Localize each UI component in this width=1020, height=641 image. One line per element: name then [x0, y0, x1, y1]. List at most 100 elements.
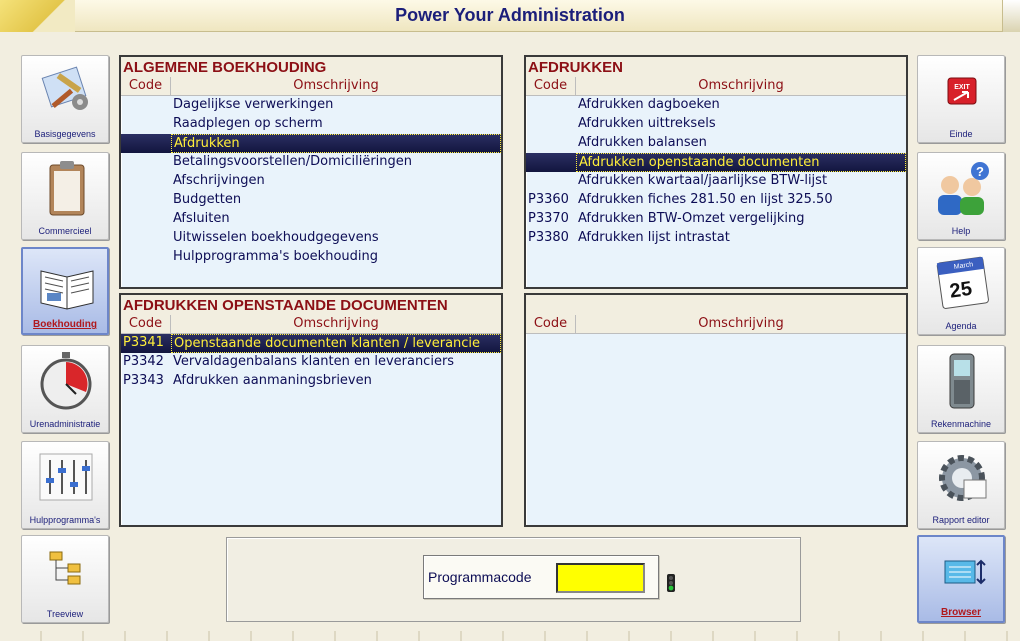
list-item-code	[121, 153, 171, 172]
program-code-box: Programmacode	[423, 555, 659, 599]
list-item-code	[121, 229, 171, 248]
list-item-code	[121, 210, 171, 229]
list-item[interactable]: Uitwisselen boekhoudgegevens	[121, 229, 501, 248]
list-item-label: Afdrukken aanmaningsbrieven	[173, 373, 372, 388]
program-code-input[interactable]	[556, 563, 645, 593]
list-item[interactable]: Afdrukken balansen	[526, 134, 906, 153]
nav-button-einde[interactable]: EXIT Einde	[917, 55, 1005, 143]
list-item[interactable]: Afdrukken uittreksels	[526, 115, 906, 134]
nav-label: Help	[951, 226, 971, 236]
list-item[interactable]: P3370 Afdrukken BTW-Omzet vergelijking	[526, 210, 906, 229]
list-item-label: Dagelijkse verwerkingen	[173, 97, 334, 112]
nav-label: Browser	[940, 607, 981, 618]
nav-button-agenda[interactable]: March 25 Agenda	[917, 247, 1005, 335]
panel-algemene-boekhouding: ALGEMENE BOEKHOUDING Code Omschrijving D…	[119, 55, 503, 289]
list-item[interactable]: P3342 Vervaldagenbalans klanten en levera…	[121, 353, 501, 372]
list-item-label: Afdrukken openstaande documenten	[576, 153, 906, 172]
list-item[interactable]: Raadplegen op scherm	[121, 115, 501, 134]
list-item-selected[interactable]: Afdrukken	[121, 134, 501, 153]
nav-label: Urenadministratie	[29, 419, 101, 429]
title-bar: Power Your Administration	[0, 0, 1020, 32]
panel-title	[526, 295, 906, 315]
list-item[interactable]: P3343 Afdrukken aanmaningsbrieven	[121, 372, 501, 391]
list-item[interactable]: Afsluiten	[121, 210, 501, 229]
list-item[interactable]: Hulpprogramma's boekhouding	[121, 248, 501, 267]
column-description-header[interactable]: Omschrijving	[171, 77, 501, 95]
column-description-header[interactable]: Omschrijving	[576, 77, 906, 95]
list-item-label: Afsluiten	[173, 211, 230, 226]
list-item-code	[526, 115, 576, 134]
list-item-label: Hulpprogramma's boekhouding	[173, 249, 378, 264]
nav-button-rapport-editor[interactable]: Rapport editor	[917, 441, 1005, 529]
svg-text:EXIT: EXIT	[954, 84, 970, 91]
svg-text:?: ?	[976, 164, 984, 179]
list-item-code	[121, 134, 171, 153]
window-corner-button[interactable]	[1002, 0, 1020, 32]
list-item[interactable]: P3380 Afdrukken lijst intrastat	[526, 229, 906, 248]
nav-button-commercieel[interactable]: Commercieel	[21, 152, 109, 240]
list-item-label: Afdrukken kwartaal/jaarlijkse BTW-lijst	[578, 173, 828, 188]
column-code-header[interactable]: Code	[526, 315, 576, 333]
panel-empty: Code Omschrijving	[524, 293, 908, 527]
list-item-label: Uitwisselen boekhoudgegevens	[173, 230, 379, 245]
window-title: Power Your Administration	[395, 5, 625, 25]
list-item-code	[526, 96, 576, 115]
list-item-label: Afdrukken	[171, 134, 501, 153]
panel-title: AFDRUKKEN OPENSTAANDE DOCUMENTEN	[121, 295, 501, 315]
nav-button-hulpprogrammas[interactable]: Hulpprogramma's	[21, 441, 109, 529]
list-item-code	[121, 96, 171, 115]
list-item[interactable]: P3360 Afdrukken fiches 281.50 en lijst 32…	[526, 191, 906, 210]
list-openstaande: P3341 Openstaande documenten klanten / le…	[121, 334, 501, 391]
list-item-label: Betalingsvoorstellen/Domiciliëringen	[173, 154, 413, 169]
nav-label: Commercieel	[38, 226, 92, 236]
status-strip	[0, 631, 1020, 641]
list-item-selected[interactable]: Afdrukken openstaande documenten	[526, 153, 906, 172]
list-item[interactable]: Afdrukken dagboeken	[526, 96, 906, 115]
nav-button-treeview[interactable]: Treeview	[21, 535, 109, 623]
column-code-header[interactable]: Code	[121, 77, 171, 95]
sliders-icon	[39, 453, 93, 501]
list-afdrukken: Afdrukken dagboeken Afdrukken uittreksels…	[526, 96, 906, 248]
list-item[interactable]: Budgetten	[121, 191, 501, 210]
book-icon	[40, 270, 94, 310]
list-item-label: Afdrukken balansen	[578, 135, 707, 150]
nav-label: Rapport editor	[932, 515, 990, 525]
browser-icon	[944, 559, 986, 585]
nav-label: Boekhouding	[33, 319, 97, 330]
nav-button-basisgegevens[interactable]: Basisgegevens	[21, 55, 109, 143]
help-people-icon: ?	[938, 162, 989, 215]
list-item-code	[526, 153, 576, 172]
nav-button-help[interactable]: ? Help	[917, 152, 1005, 240]
list-item-code: P3370	[528, 211, 569, 226]
list-item-code	[526, 172, 576, 191]
column-header: Code Omschrijving	[526, 77, 906, 96]
gear-icon	[939, 455, 987, 501]
column-description-header[interactable]: Omschrijving	[171, 315, 501, 333]
column-code-header[interactable]: Code	[121, 315, 171, 333]
list-item-label: Raadplegen op scherm	[173, 116, 323, 131]
list-item-code	[526, 134, 576, 153]
phone-icon	[949, 353, 975, 409]
traffic-light-icon[interactable]	[665, 574, 677, 592]
list-item[interactable]: Betalingsvoorstellen/Domiciliëringen	[121, 153, 501, 172]
column-description-header[interactable]: Omschrijving	[576, 315, 906, 333]
list-algemene: Dagelijkse verwerkingen Raadplegen op sch…	[121, 96, 501, 267]
nav-button-boekhouding[interactable]: Boekhouding	[21, 247, 109, 335]
list-item[interactable]: Dagelijkse verwerkingen	[121, 96, 501, 115]
list-item-code: P3341	[123, 335, 164, 350]
nav-label: Einde	[949, 129, 973, 139]
list-item-selected[interactable]: P3341 Openstaande documenten klanten / le…	[121, 334, 501, 353]
nav-button-urenadministratie[interactable]: Urenadministratie	[21, 345, 109, 433]
list-item-label: Afschrijvingen	[173, 173, 265, 188]
nav-button-rekenmachine[interactable]: Rekenmachine	[917, 345, 1005, 433]
list-item-label: Afdrukken lijst intrastat	[578, 230, 730, 245]
list-item[interactable]: Afdrukken kwartaal/jaarlijkse BTW-lijst	[526, 172, 906, 191]
list-item-code	[121, 191, 171, 210]
nav-label: Rekenmachine	[930, 419, 992, 429]
nav-button-browser[interactable]: Browser	[917, 535, 1005, 623]
column-header: Code Omschrijving	[121, 315, 501, 334]
list-item[interactable]: Afschrijvingen	[121, 172, 501, 191]
nav-label: Basisgegevens	[34, 129, 96, 139]
exit-icon: EXIT	[947, 77, 977, 105]
column-code-header[interactable]: Code	[526, 77, 576, 95]
